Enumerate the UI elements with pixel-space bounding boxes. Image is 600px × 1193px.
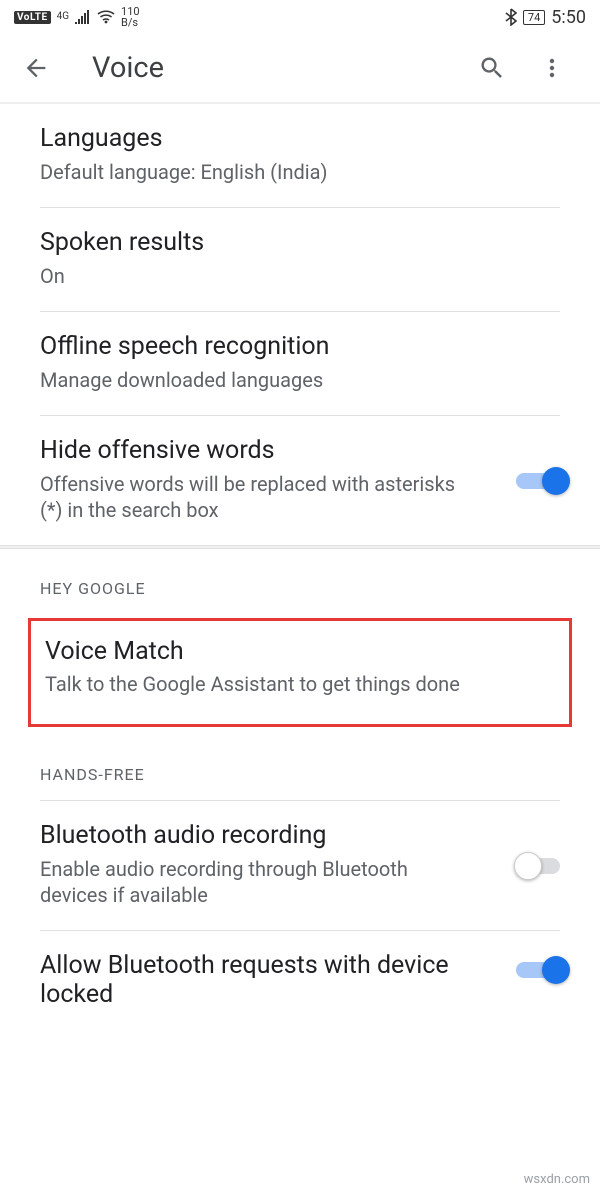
item-subtitle: Offensive words will be replaced with as…	[40, 471, 470, 523]
spoken-results-item[interactable]: Spoken results On	[40, 208, 560, 312]
hide-offensive-item[interactable]: Hide offensive words Offensive words wil…	[40, 416, 560, 545]
status-left: VoLTE 4G 110B/s	[14, 6, 140, 28]
bluetooth-recording-item[interactable]: Bluetooth audio recording Enable audio r…	[40, 801, 560, 931]
item-title: Hide offensive words	[40, 436, 470, 465]
overflow-menu-button[interactable]	[522, 54, 582, 82]
item-title: Offline speech recognition	[40, 332, 560, 361]
bluetooth-locked-toggle[interactable]	[516, 956, 566, 984]
item-subtitle: Enable audio recording through Bluetooth…	[40, 856, 470, 908]
item-title: Languages	[40, 124, 560, 153]
item-title: Spoken results	[40, 228, 560, 257]
voice-match-item[interactable]: Voice Match Talk to the Google Assistant…	[28, 618, 572, 727]
item-subtitle: Talk to the Google Assistant to get thin…	[45, 672, 555, 696]
net-speed: 110B/s	[121, 6, 140, 28]
item-title: Allow Bluetooth requests with device loc…	[40, 951, 470, 1009]
page-title: Voice	[72, 51, 462, 85]
bluetooth-recording-toggle[interactable]	[516, 852, 566, 880]
signal-icon	[75, 10, 91, 24]
volte-badge: VoLTE	[14, 11, 51, 24]
watermark: wsxdn.com	[524, 1172, 590, 1187]
bluetooth-icon	[505, 8, 517, 26]
search-button[interactable]	[462, 54, 522, 82]
item-title: Bluetooth audio recording	[40, 821, 470, 850]
app-bar: Voice	[0, 34, 600, 104]
item-subtitle: Default language: English (India)	[40, 159, 560, 185]
item-subtitle: On	[40, 263, 560, 289]
section-header-hey-google: HEY GOOGLE	[0, 549, 600, 610]
back-button[interactable]	[22, 54, 72, 82]
network-gen: 4G	[57, 12, 69, 22]
bluetooth-locked-item[interactable]: Allow Bluetooth requests with device loc…	[40, 931, 560, 1009]
clock: 5:50	[551, 7, 586, 28]
status-bar: VoLTE 4G 110B/s 74 5:50	[0, 0, 600, 34]
settings-list: Languages Default language: English (Ind…	[0, 104, 600, 1009]
hide-offensive-toggle[interactable]	[516, 467, 566, 495]
section-header-hands-free: HANDS-FREE	[0, 735, 600, 796]
battery-icon: 74	[523, 10, 545, 25]
item-subtitle: Manage downloaded languages	[40, 367, 560, 393]
offline-speech-item[interactable]: Offline speech recognition Manage downlo…	[40, 312, 560, 416]
languages-item[interactable]: Languages Default language: English (Ind…	[40, 104, 560, 208]
item-title: Voice Match	[45, 637, 555, 666]
status-right: 74 5:50	[505, 7, 586, 28]
wifi-icon	[97, 10, 115, 24]
